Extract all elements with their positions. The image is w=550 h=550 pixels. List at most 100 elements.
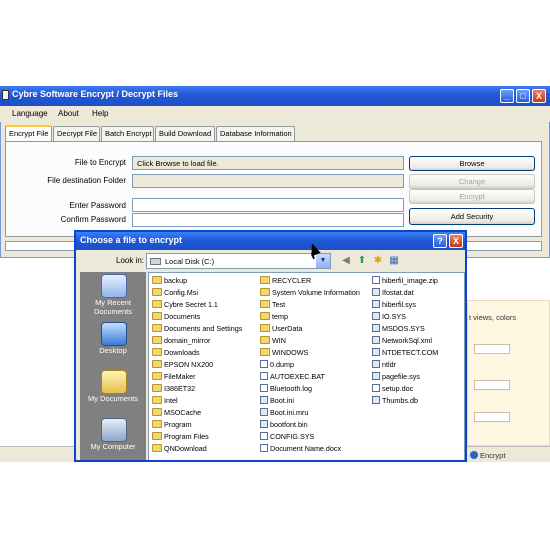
menu-language[interactable]: Language [12, 109, 48, 118]
file-item[interactable]: NetworkSql.xml [372, 336, 462, 346]
file-item[interactable]: Boot.ini.mru [260, 408, 368, 418]
file-item[interactable]: IO.SYS [372, 312, 462, 322]
folder-item[interactable]: temp [260, 312, 368, 322]
help-button[interactable]: ? [433, 234, 447, 248]
folder-item[interactable]: FileMaker [152, 372, 256, 382]
dialog-close-button[interactable]: X [449, 234, 463, 248]
item-label: Ifostat.dat [382, 288, 414, 297]
file-icon [372, 360, 380, 368]
item-label: CONFIG.SYS [270, 432, 315, 441]
file-to-encrypt-field[interactable]: Click Browse to load file. [132, 156, 404, 170]
file-icon [260, 432, 268, 440]
destination-folder-field[interactable] [132, 174, 404, 188]
browse-button[interactable]: Browse [409, 156, 535, 171]
confirm-password-field[interactable] [132, 213, 404, 227]
folder-item[interactable]: Program Files [152, 432, 256, 442]
folder-item[interactable]: QNDownload [152, 444, 256, 454]
tab-build-download[interactable]: Build Download [155, 126, 215, 141]
tab-database-information[interactable]: Database Information [216, 126, 295, 141]
file-item[interactable]: setup.doc [372, 384, 462, 394]
folder-item[interactable]: I386ET32 [152, 384, 256, 394]
item-label: Document Name.docx [270, 444, 342, 453]
file-item[interactable]: ntldr [372, 360, 462, 370]
folder-item[interactable]: Cybre Secret 1.1 [152, 300, 256, 310]
tab-encrypt-file[interactable]: Encrypt File [5, 125, 52, 141]
folder-item[interactable]: Downloads [152, 348, 256, 358]
folder-item[interactable]: backup [152, 276, 256, 286]
place-my-documents[interactable]: My Documents [80, 368, 146, 416]
new-folder-icon[interactable]: ✱ [372, 255, 384, 267]
file-icon [372, 276, 380, 284]
places-bar: My Recent Documents Desktop My Documents… [80, 272, 146, 460]
item-label: Program [164, 420, 192, 429]
encrypt-button[interactable]: Encrypt [409, 189, 535, 204]
item-label: Cybre Secret 1.1 [164, 300, 218, 309]
file-item[interactable]: AUTOEXEC.BAT [260, 372, 368, 382]
folder-item[interactable]: Config.Msi [152, 288, 256, 298]
place-desktop[interactable]: Desktop [80, 320, 146, 368]
file-item[interactable]: Thumbs.db [372, 396, 462, 406]
file-icon [260, 384, 268, 392]
file-icon [372, 396, 380, 404]
folder-icon [152, 432, 162, 440]
look-in-label: Look in: [116, 256, 145, 265]
folder-item[interactable]: Intel [152, 396, 256, 406]
folder-item[interactable]: Test [260, 300, 368, 310]
file-item[interactable]: CONFIG.SYS [260, 432, 368, 442]
item-label: WINDOWS [272, 348, 309, 357]
file-item[interactable]: Ifostat.dat [372, 288, 462, 298]
back-icon[interactable]: ◀ [340, 255, 352, 267]
place-my-recent-documents[interactable]: My Recent Documents [80, 272, 146, 320]
folder-item[interactable]: UserData [260, 324, 368, 334]
menu-about[interactable]: About [58, 109, 79, 118]
file-item[interactable]: 0.dump [260, 360, 368, 370]
folder-icon [152, 276, 162, 284]
dialog-title-bar[interactable]: Choose a file to encrypt ? X [76, 232, 465, 250]
look-in-value: Local Disk (C:) [165, 257, 215, 266]
look-in-dropdown[interactable]: Local Disk (C:) ▼ [146, 253, 331, 269]
file-item[interactable]: pagefile.sys [372, 372, 462, 382]
menu-help[interactable]: Help [92, 109, 108, 118]
folder-item[interactable]: domain_mirror [152, 336, 256, 346]
place-my-computer[interactable]: My Computer [80, 416, 146, 460]
maximize-button[interactable]: □ [516, 89, 530, 103]
file-item[interactable]: hiberfil.sys [372, 300, 462, 310]
enter-password-field[interactable] [132, 198, 404, 212]
minimize-button[interactable]: _ [500, 89, 514, 103]
item-label: backup [164, 276, 188, 285]
chevron-down-icon[interactable]: ▼ [316, 254, 330, 268]
file-item[interactable]: NTDETECT.COM [372, 348, 462, 358]
tab-decrypt-file[interactable]: Decrypt File [53, 126, 100, 141]
file-item[interactable]: MSDOS.SYS [372, 324, 462, 334]
menu-bar: Language About Help [0, 106, 550, 122]
add-security-button[interactable]: Add Security [409, 208, 535, 225]
item-label: UserData [272, 324, 303, 333]
up-folder-icon[interactable]: ⬆ [356, 255, 368, 267]
change-button[interactable]: Change [409, 174, 535, 189]
item-label: MSOCache [164, 408, 202, 417]
folder-item[interactable]: MSOCache [152, 408, 256, 418]
item-label: Program Files [164, 432, 209, 441]
file-item[interactable]: Bluetooth.log [260, 384, 368, 394]
item-label: setup.doc [382, 384, 414, 393]
folder-item[interactable]: RECYCLER [260, 276, 368, 286]
file-item[interactable]: hiberfil_image.zip [372, 276, 462, 286]
item-label: Bluetooth.log [270, 384, 312, 393]
folder-item[interactable]: WINDOWS [260, 348, 368, 358]
tab-batch-encrypt[interactable]: Batch Encrypt [101, 126, 154, 141]
folder-item[interactable]: Program [152, 420, 256, 430]
file-item[interactable]: Boot.ini [260, 396, 368, 406]
folder-item[interactable]: WIN [260, 336, 368, 346]
close-button[interactable]: X [532, 89, 546, 103]
app-title-bar[interactable]: Cybre Software Encrypt / Decrypt Files _… [0, 86, 550, 106]
file-item[interactable]: Document Name.docx [260, 444, 368, 454]
folder-item[interactable]: System Volume Information [260, 288, 368, 298]
item-label: Documents [164, 312, 201, 321]
file-icon [260, 396, 268, 404]
folder-item[interactable]: Documents [152, 312, 256, 322]
file-item[interactable]: bootfont.bin [260, 420, 368, 430]
view-menu-icon[interactable]: ▦ [388, 255, 400, 267]
folder-item[interactable]: EPSON NX200 [152, 360, 256, 370]
file-list[interactable]: backup Config.Msi Cybre Secret 1.1 Document… [148, 272, 465, 460]
folder-item[interactable]: Documents and Settings [152, 324, 256, 334]
